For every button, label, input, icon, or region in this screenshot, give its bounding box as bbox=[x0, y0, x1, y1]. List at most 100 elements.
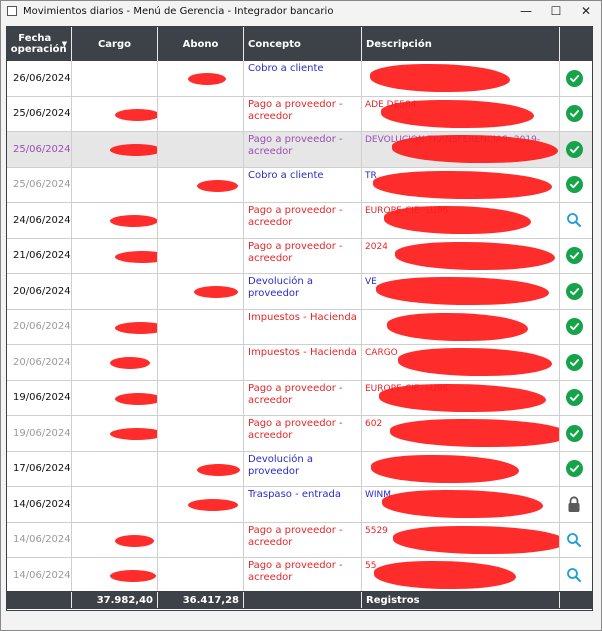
cell-concepto: Cobro a cliente bbox=[244, 167, 362, 202]
movements-grid: Fecha operación ▼ Cargo Abono Concepto D… bbox=[6, 26, 593, 611]
cell-status[interactable] bbox=[560, 168, 588, 203]
cell-fecha: 14/06/2024 bbox=[7, 522, 72, 557]
search-icon[interactable] bbox=[566, 567, 582, 583]
check-circle-icon[interactable] bbox=[565, 247, 583, 265]
redaction-mark bbox=[110, 215, 157, 227]
column-header-abono[interactable]: Abono bbox=[158, 27, 244, 61]
cell-abono bbox=[158, 380, 244, 415]
check-circle-icon[interactable] bbox=[565, 389, 583, 407]
cell-fecha: 20/06/2024 bbox=[7, 345, 72, 380]
cell-status[interactable] bbox=[560, 310, 588, 345]
cell-status[interactable] bbox=[560, 274, 588, 309]
cell-descripcion: DEVOLUCION TRANSFERENCIAS- 2019- bbox=[362, 132, 560, 167]
search-icon[interactable] bbox=[566, 532, 582, 548]
table-row[interactable]: 19/06/2024 Pago a proveedor - acreedor 602 bbox=[7, 416, 592, 452]
table-row[interactable]: 26/06/2024 Cobro a cliente bbox=[7, 61, 592, 97]
redaction-mark bbox=[188, 73, 226, 85]
cell-cargo bbox=[72, 522, 158, 557]
table-row[interactable]: 24/06/2024 Pago a proveedor - acreedorEUR… bbox=[7, 203, 592, 239]
cell-cargo bbox=[72, 61, 158, 96]
cell-status[interactable] bbox=[560, 452, 588, 487]
table-row[interactable]: 25/06/2024 Pago a proveedor - acreedor ADE… bbox=[7, 96, 592, 132]
close-button[interactable]: ✕ bbox=[571, 1, 601, 21]
redaction-mark bbox=[376, 277, 549, 305]
table-row[interactable]: 19/06/2024 Pago a proveedor - acreedorEUR… bbox=[7, 380, 592, 416]
cell-cargo bbox=[72, 380, 158, 415]
redaction-mark bbox=[110, 144, 157, 156]
check-circle-icon[interactable] bbox=[565, 282, 583, 300]
table-row[interactable]: 25/06/2024 Pago a proveedor - acreedor DEV… bbox=[7, 132, 592, 168]
check-circle-icon[interactable] bbox=[565, 424, 583, 442]
cell-cargo bbox=[72, 167, 158, 202]
table-row[interactable]: 25/06/2024 Cobro a cliente TR bbox=[7, 167, 592, 203]
cell-concepto: Impuestos - Hacienda bbox=[244, 345, 362, 380]
cell-status[interactable] bbox=[560, 239, 588, 274]
lock-icon[interactable] bbox=[567, 496, 581, 513]
search-icon[interactable] bbox=[566, 212, 582, 228]
table-row[interactable]: 14/06/2024 Pago a proveedor - acreedor 55 bbox=[7, 558, 592, 594]
app-window: Movimientos diarios - Menú de Gerencia -… bbox=[0, 0, 602, 631]
cell-concepto: Pago a proveedor - acreedor bbox=[244, 416, 362, 451]
column-header-concepto[interactable]: Concepto bbox=[244, 27, 362, 61]
check-circle-icon[interactable] bbox=[565, 460, 583, 478]
check-circle-icon[interactable] bbox=[565, 105, 583, 123]
footer-cargo-total: 37.982,40 bbox=[72, 592, 158, 608]
cell-status[interactable] bbox=[560, 132, 588, 167]
cell-status[interactable] bbox=[560, 97, 588, 132]
check-circle-icon[interactable] bbox=[565, 140, 583, 158]
footer-spacer bbox=[7, 592, 72, 608]
cell-cargo bbox=[72, 132, 158, 167]
cell-fecha: 20/06/2024 bbox=[7, 309, 72, 344]
cell-abono bbox=[158, 132, 244, 167]
cell-descripcion bbox=[362, 451, 560, 486]
cell-cargo bbox=[72, 558, 158, 593]
table-row[interactable]: 20/06/2024 Impuestos - Hacienda bbox=[7, 309, 592, 345]
check-circle-icon[interactable] bbox=[565, 176, 583, 194]
cell-status[interactable] bbox=[560, 61, 588, 96]
cell-cargo bbox=[72, 487, 158, 522]
table-row[interactable]: 14/06/2024 Traspaso - entrada WINM bbox=[7, 487, 592, 523]
column-header-cargo[interactable]: Cargo bbox=[72, 27, 158, 61]
cell-abono bbox=[158, 203, 244, 238]
table-row[interactable]: 21/06/2024 Pago a proveedor - acreedor 202… bbox=[7, 238, 592, 274]
cell-abono bbox=[158, 167, 244, 202]
redaction-mark bbox=[115, 392, 157, 405]
cell-fecha: 25/06/2024 bbox=[7, 167, 72, 202]
cell-status[interactable] bbox=[560, 345, 588, 380]
cell-concepto: Pago a proveedor - acreedor bbox=[244, 380, 362, 415]
cell-status[interactable] bbox=[560, 416, 588, 451]
cell-descripcion: WINM bbox=[362, 487, 560, 522]
column-header-fecha[interactable]: Fecha operación ▼ bbox=[7, 27, 72, 61]
grid-body: 26/06/2024 Cobro a cliente 25/06/2024 Pago … bbox=[7, 61, 592, 594]
cell-abono bbox=[158, 309, 244, 344]
redaction-mark bbox=[393, 525, 559, 554]
descripcion-text: 602 bbox=[365, 419, 383, 429]
table-row[interactable]: 14/06/2024 Pago a proveedor - acreedor 552… bbox=[7, 522, 592, 558]
check-circle-icon[interactable] bbox=[565, 353, 583, 371]
table-row[interactable]: 20/06/2024 Impuestos - Hacienda CARGO bbox=[7, 345, 592, 381]
table-row[interactable]: 17/06/2024 Devolución a proveedor bbox=[7, 451, 592, 487]
minimize-button[interactable]: — bbox=[511, 1, 541, 21]
cell-status[interactable] bbox=[560, 558, 588, 593]
footer-abono-total: 36.417,28 bbox=[158, 592, 244, 608]
cell-descripcion: ADE DE584 bbox=[362, 96, 560, 131]
cell-status[interactable] bbox=[560, 523, 588, 558]
check-circle-icon[interactable] bbox=[565, 69, 583, 87]
cell-status[interactable] bbox=[560, 381, 588, 416]
column-header-descripcion[interactable]: Descripción bbox=[362, 27, 560, 61]
cell-abono bbox=[158, 274, 244, 309]
cell-status[interactable] bbox=[560, 487, 588, 522]
table-row[interactable]: 20/06/2024 Devolución a proveedor VE bbox=[7, 274, 592, 310]
redaction-mark bbox=[373, 170, 552, 199]
check-circle-icon[interactable] bbox=[565, 318, 583, 336]
maximize-button[interactable]: ☐ bbox=[541, 1, 571, 21]
cell-abono bbox=[158, 558, 244, 593]
cell-status[interactable] bbox=[560, 203, 588, 238]
cell-fecha: 24/06/2024 bbox=[7, 203, 72, 238]
cell-descripcion: TR bbox=[362, 167, 560, 202]
redaction-mark bbox=[110, 428, 157, 440]
descripcion-text: CARGO bbox=[365, 348, 398, 358]
window-title: Movimientos diarios - Menú de Gerencia -… bbox=[23, 5, 334, 17]
redaction-mark bbox=[379, 383, 546, 412]
footer-status-spacer bbox=[560, 592, 588, 608]
